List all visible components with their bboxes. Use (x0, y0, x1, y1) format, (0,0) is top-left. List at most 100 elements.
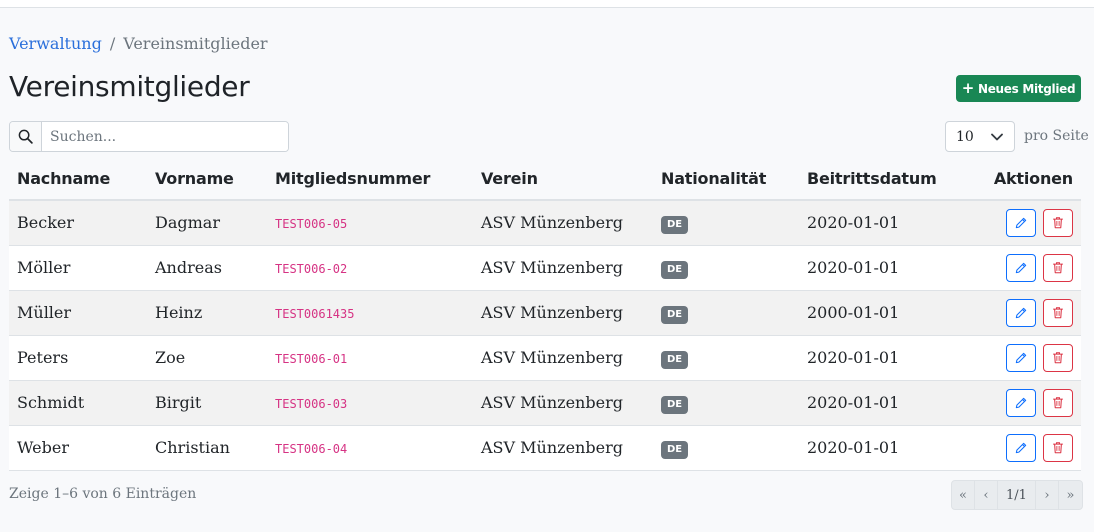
cell-aktionen (975, 290, 1081, 336)
per-page-select[interactable]: 10 (945, 121, 1015, 152)
trash-icon (1052, 441, 1064, 454)
nationality-badge: DE (661, 305, 689, 324)
edit-button[interactable] (1006, 298, 1036, 327)
cell-nationalitaet: DE (653, 290, 799, 336)
table-body: Becker Dagmar TEST006-05 ASV Münzenberg DE 20… (9, 200, 1081, 471)
cell-vorname: Heinz (147, 290, 267, 336)
search-icon (10, 122, 42, 151)
row-actions (983, 388, 1073, 417)
cell-mitgliedsnummer: TEST006-02 (267, 245, 473, 291)
edit-button[interactable] (1006, 388, 1036, 417)
cell-mitgliedsnummer: TEST006-01 (267, 335, 473, 381)
plus-icon: + (961, 79, 975, 97)
delete-button[interactable] (1043, 388, 1073, 417)
header-nationalitaet[interactable]: Nationalität (653, 157, 799, 201)
cell-beitrittsdatum: 2020-01-01 (799, 245, 975, 291)
delete-button[interactable] (1043, 208, 1073, 237)
table-row: Weber Christian TEST006-04 ASV Münzenberg DE… (9, 425, 1081, 471)
header-aktionen: Aktionen (975, 157, 1081, 201)
top-bar (0, 0, 1094, 8)
table-row: Schmidt Birgit TEST006-03 ASV Münzenberg DE 2… (9, 380, 1081, 426)
trash-icon (1052, 261, 1064, 274)
pencil-icon (1015, 307, 1027, 319)
header-verein[interactable]: Verein (473, 157, 653, 201)
cell-nationalitaet: DE (653, 425, 799, 471)
cell-beitrittsdatum: 2020-01-01 (799, 425, 975, 471)
cell-verein: ASV Münzenberg (473, 290, 653, 336)
cell-mitgliedsnummer: TEST006-05 (267, 200, 473, 246)
cell-verein: ASV Münzenberg (473, 425, 653, 471)
last-page-button[interactable]: » (1059, 481, 1082, 509)
cell-beitrittsdatum: 2020-01-01 (799, 200, 975, 246)
delete-button[interactable] (1043, 343, 1073, 372)
edit-button[interactable] (1006, 208, 1036, 237)
trash-icon (1052, 216, 1064, 229)
trash-icon (1052, 351, 1064, 364)
row-actions (983, 343, 1073, 372)
pencil-icon (1015, 352, 1027, 364)
next-page-button[interactable]: › (1036, 481, 1059, 509)
breadcrumb-separator: / (109, 34, 116, 53)
table-header: Nachname Vorname Mitgliedsnummer Verein … (9, 157, 1081, 201)
cell-nachname: Peters (9, 335, 147, 381)
cell-vorname: Andreas (147, 245, 267, 291)
delete-button[interactable] (1043, 298, 1073, 327)
edit-button[interactable] (1006, 253, 1036, 282)
cell-aktionen (975, 200, 1081, 246)
cell-nachname: Möller (9, 245, 147, 291)
cell-nachname: Weber (9, 425, 147, 471)
cell-beitrittsdatum: 2020-01-01 (799, 335, 975, 381)
cell-mitgliedsnummer: TEST0061435 (267, 290, 473, 336)
cell-verein: ASV Münzenberg (473, 245, 653, 291)
per-page-label: pro Seite (1024, 128, 1089, 144)
prev-page-button[interactable]: ‹ (975, 481, 998, 509)
pencil-icon (1015, 442, 1027, 454)
nationality-badge: DE (661, 215, 689, 234)
table-row: Peters Zoe TEST006-01 ASV Münzenberg DE 2020-… (9, 335, 1081, 381)
cell-nachname: Müller (9, 290, 147, 336)
edit-button[interactable] (1006, 433, 1036, 462)
cell-mitgliedsnummer: TEST006-04 (267, 425, 473, 471)
cell-verein: ASV Münzenberg (473, 380, 653, 426)
breadcrumb-current: Vereinsmitglieder (123, 34, 268, 53)
search-input[interactable] (42, 122, 288, 151)
breadcrumb-link-verwaltung[interactable]: Verwaltung (9, 34, 102, 53)
table-row: Möller Andreas TEST006-02 ASV Münzenberg DE 2… (9, 245, 1081, 291)
cell-aktionen (975, 335, 1081, 381)
members-table: Nachname Vorname Mitgliedsnummer Verein … (9, 157, 1081, 471)
cell-nationalitaet: DE (653, 245, 799, 291)
header-mitgliedsnummer[interactable]: Mitgliedsnummer (267, 157, 473, 201)
row-actions (983, 253, 1073, 282)
current-page-indicator: 1/1 (998, 481, 1036, 509)
nationality-badge: DE (661, 395, 689, 414)
member-number: TEST006-02 (275, 262, 348, 276)
nationality-badge: DE (661, 350, 689, 369)
cell-vorname: Zoe (147, 335, 267, 381)
header-nachname[interactable]: Nachname (9, 157, 147, 201)
row-actions (983, 298, 1073, 327)
chevron-down-icon (991, 129, 1003, 145)
cell-nationalitaet: DE (653, 200, 799, 246)
table-row: Becker Dagmar TEST006-05 ASV Münzenberg DE 20… (9, 200, 1081, 246)
member-number: TEST006-05 (275, 217, 348, 232)
cell-beitrittsdatum: 2020-01-01 (799, 380, 975, 426)
nationality-badge: DE (661, 440, 689, 459)
header-beitrittsdatum[interactable]: Beitrittsdatum (799, 157, 975, 201)
cell-vorname: Birgit (147, 380, 267, 426)
new-member-button[interactable]: + Neues Mitglied (956, 75, 1081, 102)
page-title: Vereinsmitglieder (9, 70, 250, 103)
cell-nachname: Schmidt (9, 380, 147, 426)
cell-aktionen (975, 425, 1081, 471)
search-group (9, 121, 289, 152)
delete-button[interactable] (1043, 253, 1073, 282)
delete-button[interactable] (1043, 433, 1073, 462)
row-actions (983, 433, 1073, 462)
nationality-badge: DE (661, 260, 689, 279)
first-page-button[interactable]: « (952, 481, 975, 509)
header-vorname[interactable]: Vorname (147, 157, 267, 201)
cell-beitrittsdatum: 2000-01-01 (799, 290, 975, 336)
cell-verein: ASV Münzenberg (473, 200, 653, 246)
edit-button[interactable] (1006, 343, 1036, 372)
entries-info: Zeige 1–6 von 6 Einträgen (9, 486, 197, 502)
cell-nationalitaet: DE (653, 335, 799, 381)
